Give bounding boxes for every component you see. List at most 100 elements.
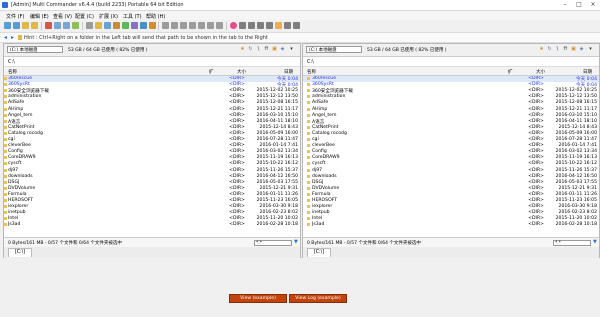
tool-icon[interactable] — [216, 22, 223, 29]
refresh-icon[interactable]: ↻ — [547, 47, 552, 52]
close-button[interactable]: × — [586, 0, 600, 10]
col-date[interactable]: 日期 — [284, 69, 293, 75]
settings-icon[interactable] — [104, 22, 111, 29]
file-date: 2016-03-02 13:34 — [555, 149, 597, 155]
menu-view[interactable]: 查看 (V) — [53, 13, 72, 20]
file-row[interactable]: Js3ad <DIR> 2016-02-28 10:18 — [4, 222, 300, 228]
tool-icon[interactable] — [239, 22, 246, 29]
favorite-icon[interactable]: ★ — [539, 47, 544, 52]
menu-icon[interactable]: ▾ — [588, 47, 593, 52]
copy-icon[interactable] — [54, 22, 61, 29]
drive-select[interactable]: (C:) 本地磁盘 — [306, 46, 362, 53]
file-size: <DIR> — [528, 173, 544, 179]
menu-config[interactable]: 配置 (C) — [75, 13, 94, 20]
bookmark-icon[interactable] — [149, 22, 156, 29]
terminal-icon[interactable] — [131, 22, 138, 29]
file-size: <DIR> — [229, 100, 245, 106]
forward-icon[interactable] — [13, 22, 20, 29]
col-size[interactable]: 大小 — [536, 69, 545, 75]
delete-icon[interactable] — [45, 22, 52, 29]
file-name: inetpub — [8, 210, 26, 216]
folder-icon — [4, 119, 7, 123]
menu-extensions[interactable]: 扩展 (X) — [99, 13, 118, 20]
tool-icon[interactable] — [198, 22, 205, 29]
file-date: 2015-11-26 15:37 — [555, 167, 597, 173]
view-example-button[interactable]: View (example) — [229, 294, 287, 303]
tool-icon[interactable] — [257, 22, 264, 29]
view-log-button[interactable]: View Log (example) — [289, 294, 347, 303]
bookmark-icon[interactable]: ▣ — [571, 47, 576, 52]
tool-icon[interactable] — [171, 22, 178, 29]
filter-icon[interactable]: ▼ — [294, 240, 299, 245]
refresh-icon[interactable]: ↻ — [248, 47, 253, 52]
compare-icon[interactable] — [95, 22, 102, 29]
star-icon[interactable] — [275, 22, 282, 29]
tool-icon[interactable] — [207, 22, 214, 29]
file-name: iexplorer — [8, 204, 29, 210]
file-name: CoreDRAW9 — [312, 155, 340, 161]
back-icon[interactable] — [4, 22, 11, 29]
minimize-button[interactable]: – — [558, 0, 572, 10]
menu-edit[interactable]: 编辑 (E) — [30, 13, 49, 20]
col-ext[interactable]: 扩 — [508, 69, 513, 75]
menu-file[interactable]: 文件 (F) — [6, 13, 24, 20]
menu-tools[interactable]: 工具 (T) — [123, 13, 142, 20]
file-size: <DIR> — [229, 106, 245, 112]
folder-icon — [4, 211, 7, 215]
root-icon[interactable]: \ — [256, 47, 261, 52]
tool-icon[interactable] — [248, 22, 255, 29]
file-row[interactable]: Js3ad <DIR> 2016-02-28 10:18 — [303, 222, 599, 228]
file-date: 2016-03-30 9:18 — [259, 204, 298, 210]
folder-icon — [4, 162, 7, 166]
menu-icon[interactable]: ▾ — [289, 47, 294, 52]
root-icon[interactable]: \ — [555, 47, 560, 52]
network-icon[interactable]: ◈ — [579, 47, 584, 52]
network-icon[interactable]: ◈ — [280, 47, 285, 52]
up-icon[interactable]: ⇈ — [264, 47, 269, 52]
filter-icon[interactable]: ▼ — [593, 240, 598, 245]
col-ext[interactable]: 扩 — [209, 69, 214, 75]
folder-icon — [4, 192, 7, 196]
arrow-left-icon[interactable]: ◂ — [4, 34, 7, 41]
network-icon[interactable] — [140, 22, 147, 29]
file-date: 2016-03-10 15:10 — [555, 112, 597, 118]
col-name[interactable]: 名称 — [307, 69, 316, 75]
file-size: <DIR> — [528, 76, 544, 81]
folder-icon[interactable] — [31, 22, 38, 29]
folder-icon — [4, 199, 7, 202]
folder-icon — [307, 150, 310, 154]
col-name[interactable]: 名称 — [8, 69, 17, 75]
bookmark-icon[interactable]: ▣ — [272, 47, 277, 52]
color-icon[interactable] — [230, 22, 237, 29]
tool-icon[interactable] — [266, 22, 273, 29]
folder-icon — [307, 156, 310, 160]
up-icon[interactable]: ⇈ — [563, 47, 568, 52]
refresh-icon[interactable] — [72, 22, 79, 29]
extract-icon[interactable] — [122, 22, 129, 29]
move-icon[interactable] — [63, 22, 70, 29]
tool-icon[interactable] — [162, 22, 169, 29]
folder-icon — [4, 205, 7, 209]
col-date[interactable]: 日期 — [583, 69, 592, 75]
tab-c-drive[interactable]: [C:\] — [8, 248, 32, 257]
folder-icon — [307, 144, 310, 148]
tab-c-drive[interactable]: [C:\] — [307, 248, 331, 257]
folder-icon — [307, 119, 310, 123]
tool-icon[interactable] — [293, 22, 300, 29]
menu-help[interactable]: 帮助 (H) — [146, 13, 165, 20]
folder-up-icon[interactable] — [22, 22, 29, 29]
arrow-right-icon[interactable]: ▸ — [11, 34, 14, 41]
file-list: 360rescue <DIR> 今天 0:04 360SysRt <DIR> 今天 0:0… — [303, 76, 599, 236]
favorite-icon[interactable]: ★ — [240, 47, 245, 52]
tool-icon[interactable] — [180, 22, 187, 29]
tool-icon[interactable] — [284, 22, 291, 29]
tool-icon[interactable] — [189, 22, 196, 29]
filter-input[interactable]: *.* — [553, 239, 591, 246]
folder-icon — [4, 125, 7, 129]
col-size[interactable]: 大小 — [237, 69, 246, 75]
maximize-button[interactable]: □ — [572, 0, 586, 10]
filter-input[interactable]: *.* — [254, 239, 292, 246]
archive-icon[interactable] — [113, 22, 120, 29]
search-icon[interactable] — [86, 22, 93, 29]
drive-select[interactable]: (C:) 本地磁盘 — [7, 46, 63, 53]
